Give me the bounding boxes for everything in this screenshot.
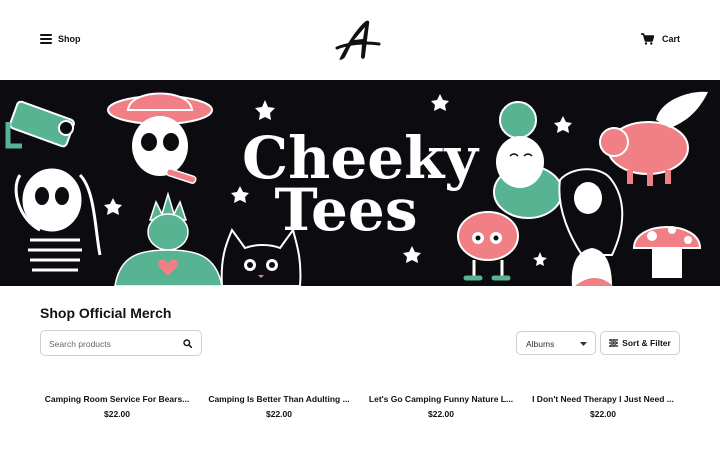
flying-pig-illustration [599,91,708,186]
product-price: $22.00 [104,409,130,419]
cart-label: Cart [661,34,680,44]
chevron-down-icon [580,342,587,346]
product-price: $22.00 [266,409,292,419]
buddha-illustration [493,101,563,219]
sort-filter-button[interactable]: Sort & Filter [600,331,680,355]
product-card[interactable]: Camping Room Service For Bears... $22.00 [40,394,194,419]
product-card[interactable]: I Don't Need Therapy I Just Need ... $22… [526,394,680,419]
filter-icon [609,339,619,347]
product-card[interactable]: Camping Is Better Than Adulting ... $22.… [202,394,356,419]
hero-banner: Cheeky Tees [0,80,720,286]
sort-filter-label: Sort & Filter [622,338,671,348]
search-icon[interactable] [183,339,192,348]
product-name[interactable]: I Don't Need Therapy I Just Need ... [526,394,680,404]
brain-illustration [457,211,519,281]
site-header: Shop Cart [0,0,720,80]
skeleton-illustration [14,168,102,272]
woman-illustration [558,168,624,286]
cart-icon [640,33,654,45]
product-name[interactable]: Let's Go Camping Funny Nature L... [364,394,518,404]
product-price: $22.00 [590,409,616,419]
hamburger-icon [40,34,52,44]
category-select[interactable]: Albums [516,331,596,355]
shop-menu-button[interactable]: Shop [40,33,81,45]
shop-label: Shop [58,34,81,44]
brand-logo[interactable] [335,18,381,62]
cowboy-skull-illustration [107,92,213,184]
liberty-illustration [114,191,223,286]
camera-illustration [5,100,75,149]
mushroom-illustration [632,226,702,278]
shop-section: Shop Official Merch Albums Sort & Filter… [0,286,720,450]
product-name[interactable]: Camping Is Better Than Adulting ... [202,394,356,404]
product-name[interactable]: Camping Room Service For Bears... [40,394,194,404]
page-title: Shop Official Merch [40,305,172,321]
search-input[interactable] [49,336,177,351]
search-box[interactable] [40,330,202,356]
product-price: $22.00 [428,409,454,419]
cart-button[interactable]: Cart [640,33,680,45]
banner-title-line2: Tees [275,176,418,244]
banner-artwork: Cheeky Tees [5,91,708,286]
product-card[interactable]: Let's Go Camping Funny Nature L... $22.0… [364,394,518,419]
category-select-value: Albums [526,339,555,349]
